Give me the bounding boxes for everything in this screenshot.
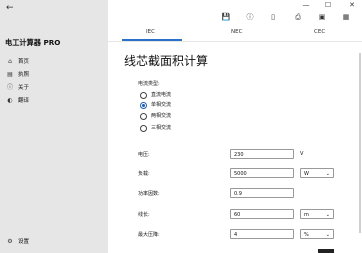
sidebar-item-label: 设置 [18, 239, 30, 245]
translate-icon: ◐ [7, 97, 13, 104]
info-icon[interactable]: ⓘ [244, 11, 256, 23]
length-unit-select[interactable]: m ⌄ [300, 209, 334, 219]
license-icon: ▤ [7, 71, 13, 78]
max-drop-field[interactable]: 4 [230, 229, 294, 239]
sidebar-item-label: 关于 [18, 85, 30, 91]
close-button[interactable]: ✕ [344, 0, 360, 10]
maximize-button[interactable]: ☐ [320, 0, 336, 10]
sidebar-item-label: 首页 [18, 59, 30, 65]
back-arrow-icon[interactable]: ← [6, 2, 18, 14]
radio-label: 单相交流 [151, 102, 172, 108]
document-icon[interactable]: ▯ [267, 11, 279, 23]
load-label: 负载: [138, 171, 150, 177]
voltage-field[interactable]: 230 [230, 149, 294, 159]
sidebar-item-label: 执照 [18, 72, 30, 78]
radio-label: 两相交流 [151, 113, 172, 119]
length-label: 线长: [138, 212, 150, 218]
scrollbar[interactable] [359, 53, 361, 233]
radio-label: 三相交流 [151, 125, 172, 131]
tab-divider [108, 41, 362, 42]
sidebar-item-settings[interactable]: ⚙ 设置 [4, 236, 104, 248]
chevron-down-icon: ⌄ [325, 232, 330, 238]
page-title: 线芯截面积计算 [124, 54, 209, 68]
power-factor-label: 功率因数: [138, 191, 160, 197]
sidebar-item-label: 翻译 [18, 98, 30, 104]
minimize-button[interactable]: — [298, 0, 314, 10]
gear-icon: ⚙ [7, 238, 13, 245]
max-drop-label: 最大压降: [138, 232, 160, 238]
main-panel: — ☐ ✕ 💾 ⓘ ▯ ⎙ ▣ ▦ IEC NEC CEC 线芯截面积计算 电流… [108, 0, 362, 253]
length-unit-value: m [304, 212, 309, 218]
sidebar-item-about[interactable]: ⓘ 关于 [4, 82, 104, 94]
power-factor-field[interactable]: 0.9 [230, 188, 294, 198]
current-type-label: 电流类型: [138, 81, 160, 87]
print-icon[interactable]: ⎙ [292, 11, 304, 23]
load-field[interactable]: 5000 [230, 168, 294, 178]
radio-label: 直流电流 [151, 92, 172, 98]
info-icon: ⓘ [6, 84, 13, 91]
voltage-unit: V [300, 151, 304, 157]
radio-circle [140, 125, 147, 132]
home-icon: ⌂ [8, 58, 12, 65]
sidebar: ← 电工计算器 PRO ⌂ 首页 ▤ 执照 ⓘ 关于 ◐ 翻译 ⚙ 设置 [0, 0, 108, 253]
radio-circle-selected [140, 102, 147, 109]
load-unit-select[interactable]: W ⌄ [300, 168, 334, 178]
radio-circle [140, 113, 147, 120]
voltage-label: 电压: [138, 152, 150, 158]
tab-cec[interactable]: CEC [314, 29, 325, 35]
save-icon[interactable]: 💾 [220, 11, 232, 23]
load-unit-value: W [304, 171, 309, 177]
radio-circle [140, 92, 147, 99]
grid-icon[interactable]: ▦ [340, 11, 352, 23]
app-title: 电工计算器 PRO [5, 38, 61, 47]
tab-nec[interactable]: NEC [231, 29, 242, 35]
sidebar-item-license[interactable]: ▤ 执照 [4, 69, 104, 81]
chevron-down-icon: ⌄ [325, 212, 330, 218]
chevron-down-icon: ⌄ [325, 171, 330, 177]
image-icon[interactable]: ▣ [316, 11, 328, 23]
sidebar-item-translate[interactable]: ◐ 翻译 [4, 95, 104, 107]
partial-control[interactable] [318, 249, 334, 253]
sidebar-item-home[interactable]: ⌂ 首页 [4, 56, 104, 68]
tab-iec[interactable]: IEC [146, 29, 155, 35]
max-drop-unit-value: % [304, 232, 309, 238]
length-field[interactable]: 60 [230, 209, 294, 219]
max-drop-unit-select[interactable]: % ⌄ [300, 229, 334, 239]
